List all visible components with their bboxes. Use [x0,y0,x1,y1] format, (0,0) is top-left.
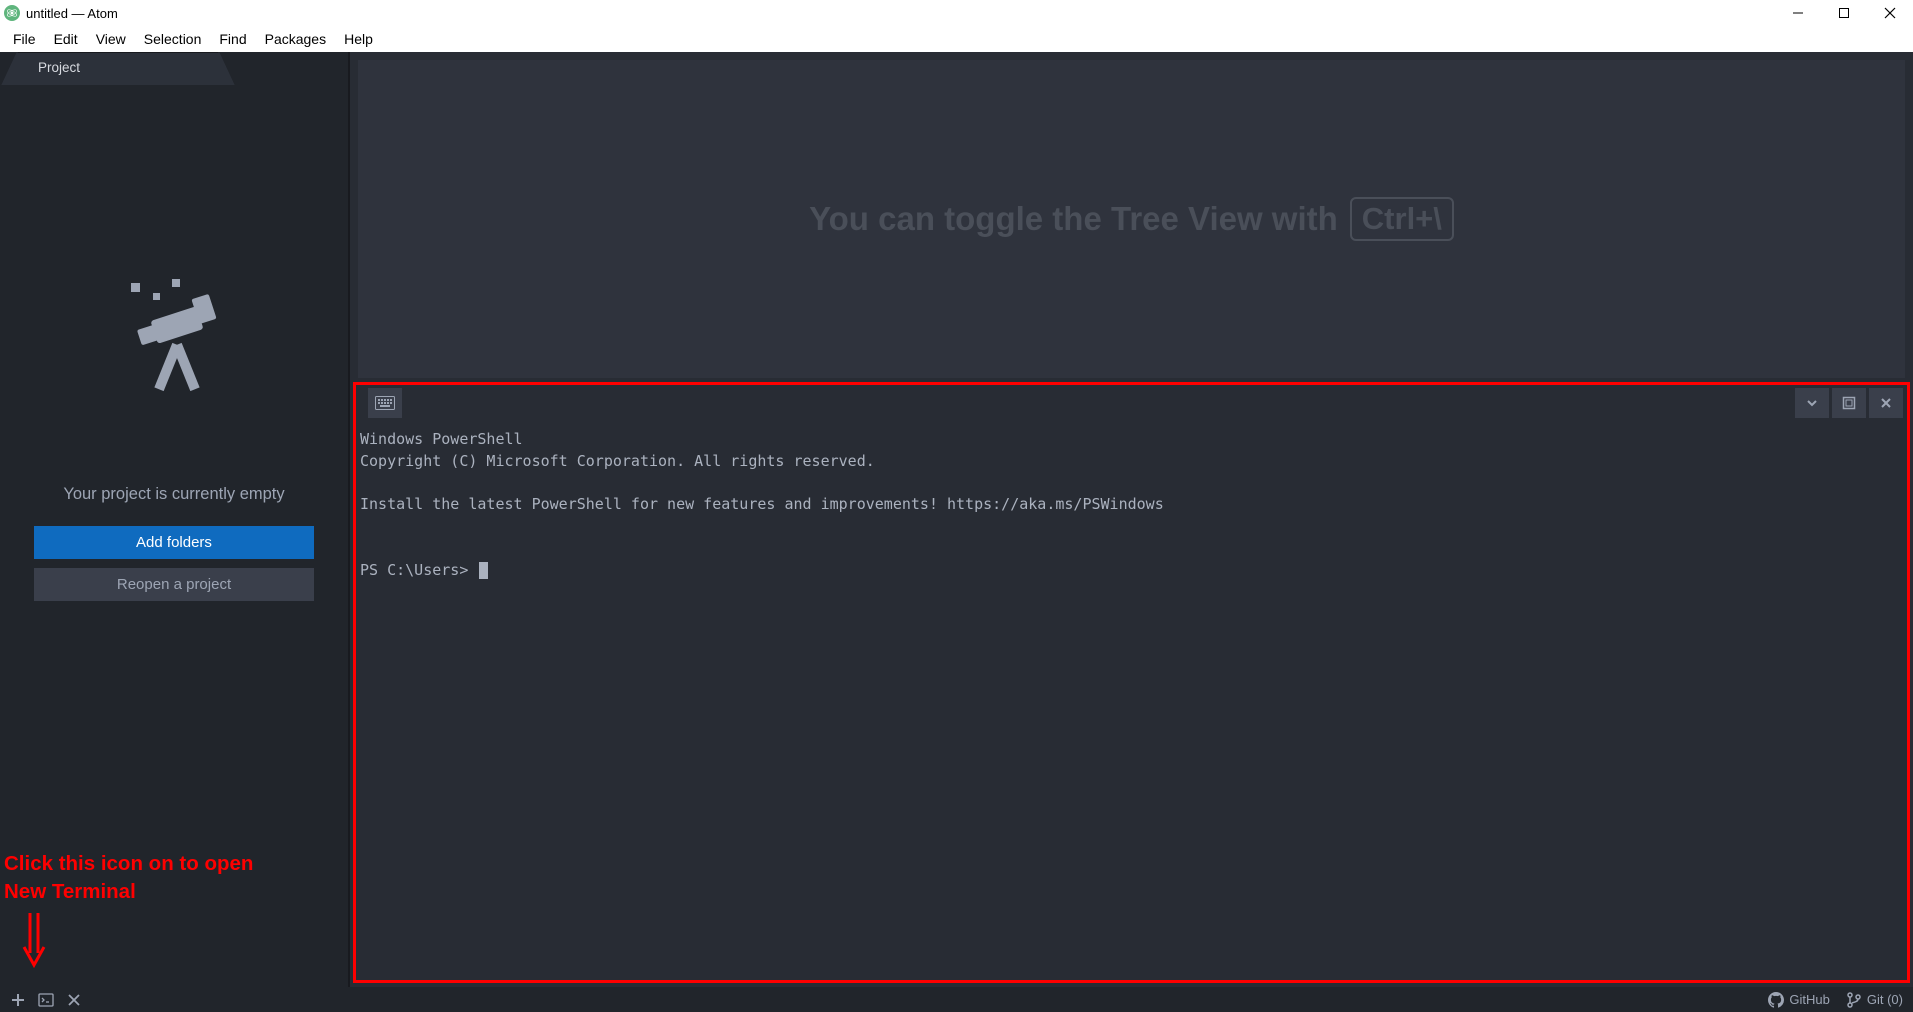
annotation-line1: Click this icon on to open [4,852,253,875]
editor-pane[interactable]: You can toggle the Tree View with Ctrl+\ [358,60,1905,378]
sidebar-tab-project[interactable]: Project [18,52,218,85]
terminal-icon [38,992,54,1008]
terminal-cursor [479,562,488,579]
terminal-right-buttons [1795,388,1903,418]
atom-app-icon [4,5,20,21]
sidebar-tab-bar: Project [0,52,348,85]
close-icon [1879,396,1893,410]
terminal-line: Install the latest PowerShell for new fe… [360,495,1164,513]
window-title: untitled — Atom [26,6,118,21]
annotation-line2: New Terminal [4,880,136,903]
plus-icon [10,992,26,1008]
terminal-maximize-button[interactable] [1832,388,1866,418]
terminal-panel: Windows PowerShell Copyright (C) Microso… [353,382,1910,983]
terminal-prompt: PS C:\Users> [360,561,477,579]
new-terminal-button[interactable] [10,992,26,1008]
github-label: GitHub [1789,992,1829,1007]
menu-find[interactable]: Find [210,29,255,49]
window-controls [1775,0,1913,26]
chevron-down-icon [1805,396,1819,410]
menu-help[interactable]: Help [335,29,382,49]
hint-text: You can toggle the Tree View with [809,200,1338,238]
git-status-button[interactable]: Git (0) [1846,992,1903,1008]
menu-edit[interactable]: Edit [45,29,87,49]
github-icon [1768,992,1784,1008]
add-folders-button[interactable]: Add folders [34,526,314,559]
menu-selection[interactable]: Selection [135,29,211,49]
menu-view[interactable]: View [87,29,135,49]
minimize-button[interactable] [1775,0,1821,26]
terminal-line: Windows PowerShell [360,430,523,448]
tree-view-hint: You can toggle the Tree View with Ctrl+\ [809,197,1454,241]
terminal-close-button[interactable] [1869,388,1903,418]
maximize-icon [1842,396,1856,410]
statusbar-right: GitHub Git (0) [1768,992,1903,1008]
telescope-icon [119,265,229,405]
statusbar: GitHub Git (0) [0,987,1913,1012]
titlebar-left: untitled — Atom [4,5,118,21]
empty-project-text: Your project is currently empty [63,485,284,504]
hint-keyboard-shortcut: Ctrl+\ [1350,197,1454,241]
titlebar: untitled — Atom [0,0,1913,26]
close-button[interactable] [1867,0,1913,26]
git-branch-icon [1846,992,1862,1008]
maximize-button[interactable] [1821,0,1867,26]
terminal-keyboard-button[interactable] [368,388,402,418]
git-label: Git (0) [1867,992,1903,1007]
workspace: Project Your project is currently empty … [0,52,1913,987]
menu-file[interactable]: File [4,29,45,49]
keyboard-icon [375,396,395,410]
menubar: File Edit View Selection Find Packages H… [0,26,1913,52]
annotation-text: Click this icon on to open New Terminal [4,850,253,907]
statusbar-left [10,992,82,1008]
terminal-header [356,385,1907,421]
close-terminal-button[interactable] [66,992,82,1008]
terminal-line: Copyright (C) Microsoft Corporation. All… [360,452,875,470]
terminal-status-button[interactable] [38,992,54,1008]
reopen-project-button[interactable]: Reopen a project [34,568,314,601]
main-area: You can toggle the Tree View with Ctrl+\ [348,52,1913,987]
terminal-dropdown-button[interactable] [1795,388,1829,418]
x-icon [67,993,81,1007]
terminal-body[interactable]: Windows PowerShell Copyright (C) Microso… [356,421,1907,980]
sidebar: Project Your project is currently empty … [0,52,348,987]
github-status-button[interactable]: GitHub [1768,992,1829,1008]
menu-packages[interactable]: Packages [256,29,335,49]
annotation-arrow-icon [22,909,46,969]
